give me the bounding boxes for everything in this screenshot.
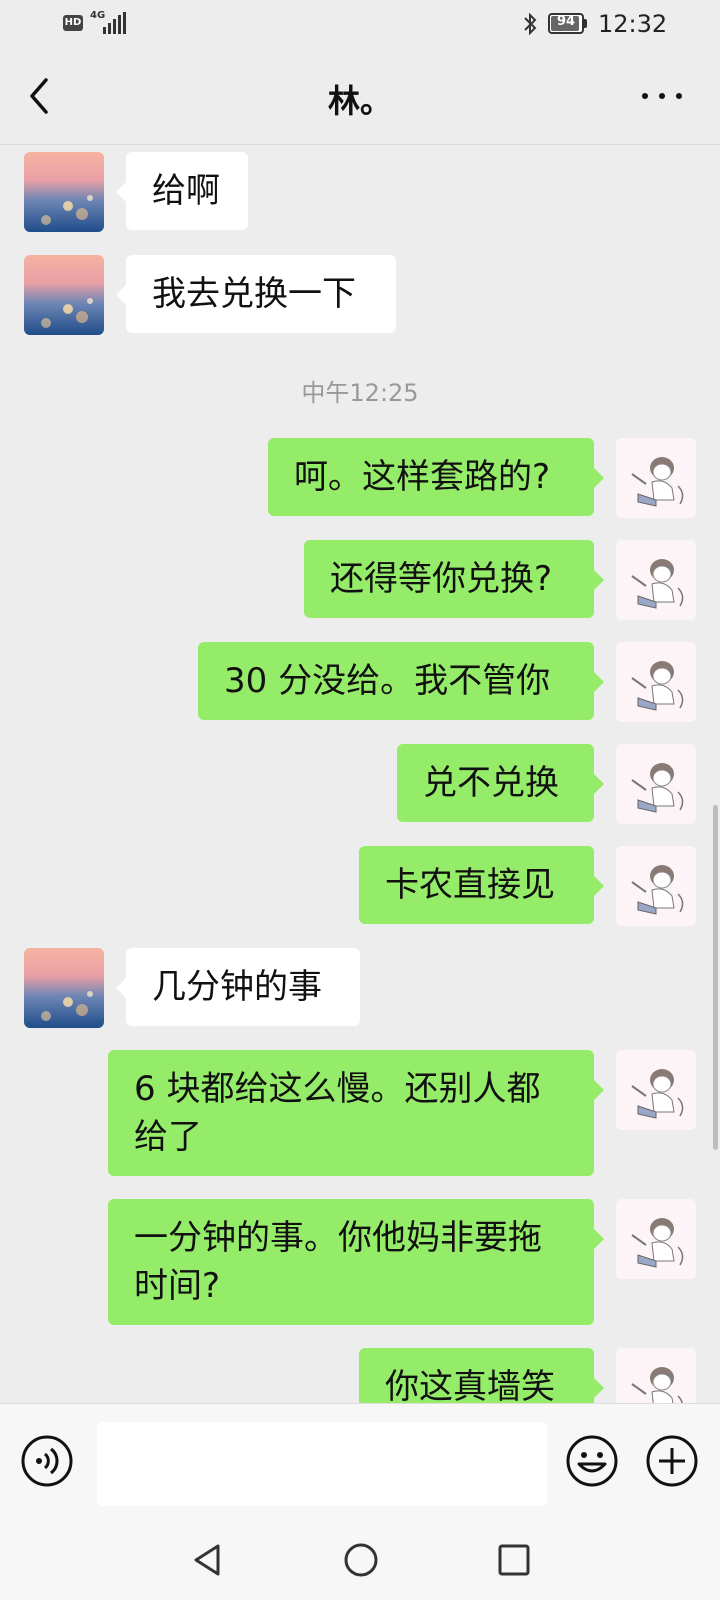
battery-tip [584, 19, 587, 28]
outgoing-message[interactable]: 呵。这样套路的? [268, 438, 604, 516]
incoming-message[interactable]: 几分钟的事 [116, 948, 360, 1026]
message-input[interactable] [97, 1422, 547, 1506]
voice-icon[interactable] [20, 1434, 74, 1488]
outgoing-message[interactable]: 还得等你兑换? [304, 540, 604, 618]
user-avatar[interactable] [616, 846, 696, 926]
message-list[interactable]: 给啊我去兑换一下中午12:25 呵。这样套路的? 还得等你兑换? 30 分没给。我不管… [0, 145, 720, 1403]
user-avatar[interactable] [616, 1050, 696, 1130]
contact-avatar[interactable] [24, 255, 104, 335]
contact-avatar[interactable] [24, 948, 104, 1028]
user-avatar[interactable] [616, 1199, 696, 1279]
input-bar [0, 1403, 720, 1528]
outgoing-message[interactable]: 一分钟的事。你他妈非要拖时间? [108, 1199, 604, 1325]
chat-title: 林。 [327, 82, 392, 120]
signal-icon [103, 12, 126, 34]
more-dots-icon[interactable] [642, 90, 682, 102]
user-avatar[interactable] [616, 642, 696, 722]
emoji-icon[interactable] [565, 1434, 619, 1488]
chat-header: 林。 [0, 50, 720, 145]
incoming-message[interactable]: 我去兑换一下 [116, 255, 396, 333]
status-bar: HD 4G 94 12:32 [0, 0, 720, 50]
outgoing-message[interactable]: 卡农直接见 [359, 846, 604, 924]
outgoing-message[interactable]: 30 分没给。我不管你 [198, 642, 604, 720]
message-timestamp: 中午12:25 [301, 379, 419, 407]
contact-avatar[interactable] [24, 152, 104, 232]
system-nav-bar [0, 1528, 720, 1600]
scrollbar[interactable] [713, 805, 718, 1150]
bluetooth-icon [524, 12, 537, 36]
status-time: 12:32 [598, 10, 668, 38]
circle-home-icon[interactable] [341, 1540, 381, 1580]
outgoing-message[interactable]: 兑不兑换 [397, 744, 604, 822]
user-avatar[interactable] [616, 1348, 696, 1403]
battery-level: 94 [556, 14, 576, 29]
outgoing-message[interactable]: 6 块都给这么慢。还别人都给了 [108, 1050, 604, 1176]
user-avatar[interactable] [616, 744, 696, 824]
plus-icon[interactable] [645, 1434, 699, 1488]
chat-screen: HD 4G 94 12:32 林。 给啊我去兑换一下中午12:25呵。这样 [0, 0, 720, 1600]
user-avatar[interactable] [616, 438, 696, 518]
battery-icon: 94 [548, 13, 584, 34]
hd-badge: HD [63, 15, 83, 31]
user-avatar[interactable] [616, 540, 696, 620]
incoming-message[interactable]: 给啊 [116, 152, 248, 230]
triangle-back-icon[interactable] [188, 1540, 228, 1580]
square-recents-icon[interactable] [494, 1540, 534, 1580]
outgoing-message[interactable]: 你这真墙笑 [359, 1348, 604, 1403]
